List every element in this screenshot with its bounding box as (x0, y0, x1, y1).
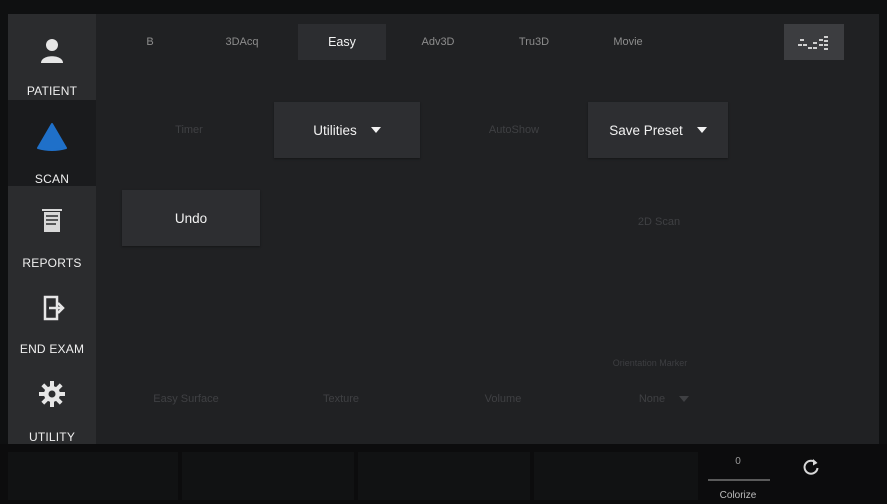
ultrasound-touch-panel: PATIENT SCAN REPORTS END EXAM UTILITY B … (0, 0, 887, 504)
reports-icon (42, 209, 62, 232)
save-preset-label: Save Preset (609, 122, 683, 138)
sidebar-item-label: SCAN (34, 172, 70, 186)
tab-easy[interactable]: Easy (298, 24, 386, 60)
texture-button[interactable]: Texture (282, 374, 400, 424)
orientation-marker-label: Orientation Marker (612, 358, 688, 368)
tab-3dacq[interactable]: 3DAcq (204, 24, 280, 60)
reset-icon[interactable] (800, 456, 822, 478)
bottom-segment (358, 452, 530, 500)
sidebar-item-scan[interactable]: SCAN (8, 100, 96, 186)
undo-button[interactable]: Undo (122, 190, 260, 246)
sidebar-item-label: REPORTS (22, 256, 82, 270)
sidebar-item-label: PATIENT (26, 84, 78, 98)
sidebar-item-label: UTILITY (28, 430, 76, 444)
sidebar-item-reports[interactable]: REPORTS (8, 186, 96, 272)
easy-surface-button[interactable]: Easy Surface (124, 374, 248, 424)
2d-scan-button[interactable]: 2D Scan (584, 194, 734, 250)
sidebar-item-end-exam[interactable]: END EXAM (8, 272, 96, 358)
chevron-down-icon (679, 396, 690, 402)
sidebar-item-label: END EXAM (19, 342, 85, 356)
chevron-down-icon (696, 127, 707, 133)
tab-movie[interactable]: Movie (588, 24, 668, 60)
save-preset-dropdown[interactable]: Save Preset (588, 102, 728, 158)
bars-icon (798, 36, 828, 50)
tab-b[interactable]: B (122, 24, 178, 60)
utilities-label: Utilities (313, 122, 357, 138)
patient-icon (41, 39, 63, 63)
colorize-slider[interactable] (708, 479, 770, 481)
tab-tru3d[interactable]: Tru3D (494, 24, 574, 60)
bottom-segment (182, 452, 354, 500)
scan-icon (37, 123, 67, 151)
orientation-marker-dropdown[interactable]: None (594, 376, 734, 422)
utilities-dropdown[interactable]: Utilities (274, 102, 420, 158)
bottom-segment (8, 452, 178, 500)
gear-icon (39, 381, 65, 407)
colorize-value: 0 (735, 456, 741, 467)
colorize-label: Colorize (719, 490, 757, 501)
main-panel: B 3DAcq Easy Adv3D Tru3D Movie Timer Uti… (96, 14, 879, 444)
timer-button[interactable]: Timer (124, 102, 254, 158)
layout-toggle-button[interactable] (784, 24, 844, 60)
chevron-down-icon (370, 127, 381, 133)
autoshow-button[interactable]: AutoShow (444, 102, 584, 158)
end-exam-icon (43, 295, 65, 321)
bottom-segment (534, 452, 698, 500)
orientation-marker-value: None (638, 393, 666, 405)
volume-button[interactable]: Volume (444, 374, 562, 424)
sidebar-item-patient[interactable]: PATIENT (8, 14, 96, 100)
sidebar-item-utility[interactable]: UTILITY (8, 358, 96, 444)
left-sidebar: PATIENT SCAN REPORTS END EXAM UTILITY (8, 14, 96, 444)
tab-adv3d[interactable]: Adv3D (398, 24, 478, 60)
